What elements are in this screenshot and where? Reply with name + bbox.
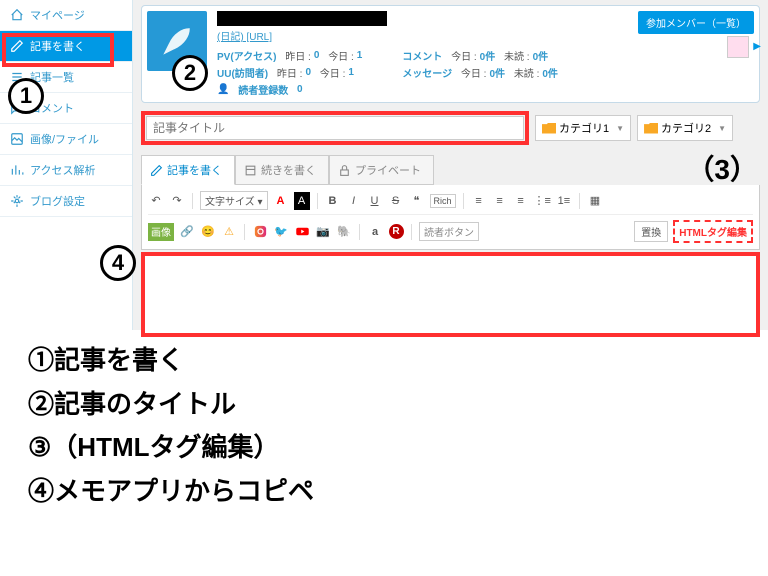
bg-color-button[interactable]: A — [294, 192, 310, 210]
strike-button[interactable]: S — [388, 192, 404, 210]
edit-icon — [150, 164, 163, 177]
undo-icon[interactable]: ↶ — [148, 192, 164, 210]
header-box: (日記) [URL] PV(アクセス) 昨日 :0 今日 :1 UU(訪問者) … — [141, 5, 760, 103]
sidebar-item-images[interactable]: 画像/ファイル — [0, 124, 132, 155]
redo-icon[interactable]: ↷ — [169, 192, 185, 210]
replace-button[interactable]: 置換 — [634, 221, 668, 242]
chart-icon — [10, 163, 24, 177]
folder-icon — [542, 123, 556, 134]
tab-private[interactable]: プライベート — [329, 155, 434, 185]
editor-tabs: 記事を書く 続きを書く プライベート — [141, 155, 760, 185]
instruction-1: ①記事を書く — [28, 340, 740, 382]
rakuten-icon[interactable]: R — [388, 223, 404, 241]
font-color-button[interactable]: A — [273, 192, 289, 210]
align-center-icon[interactable]: ≡ — [492, 192, 508, 210]
annotation-circle-4: 4 — [100, 245, 136, 281]
category2-button[interactable]: カテゴリ2▼ — [637, 115, 733, 141]
main-area: (日記) [URL] PV(アクセス) 昨日 :0 今日 :1 UU(訪問者) … — [133, 0, 768, 330]
lock-icon — [338, 164, 351, 177]
instructions: ①記事を書く ②記事のタイトル ③（HTMLタグ編集） ④メモアプリからコピペ — [0, 330, 768, 524]
arrow-right-icon[interactable]: ▶ — [753, 41, 761, 52]
table-icon[interactable]: ▦ — [587, 192, 603, 210]
rich-button[interactable]: Rich — [430, 194, 456, 208]
feather-icon — [159, 23, 195, 59]
category1-button[interactable]: カテゴリ1▼ — [535, 115, 631, 141]
bold-button[interactable]: B — [325, 192, 341, 210]
instagram-icon[interactable] — [252, 223, 268, 241]
italic-button[interactable]: I — [346, 192, 362, 210]
align-right-icon[interactable]: ≡ — [513, 192, 529, 210]
emoji-icon[interactable]: 😊 — [200, 223, 216, 241]
folder-icon — [644, 123, 658, 134]
chevron-down-icon: ▼ — [718, 124, 726, 133]
member-list-button[interactable]: 参加メンバー（一覧） — [638, 11, 754, 34]
instruction-3: ③（HTMLタグ編集） — [28, 427, 740, 469]
sidebar-label: ブログ設定 — [30, 193, 85, 209]
warning-icon[interactable]: ⚠ — [221, 223, 237, 241]
editor-textarea[interactable] — [141, 252, 760, 337]
title-input-highlight — [141, 111, 529, 145]
settings-icon — [10, 194, 24, 208]
instruction-4: ④メモアプリからコピペ — [28, 471, 740, 513]
list-bullet-icon[interactable]: ⋮≡ — [534, 192, 551, 210]
title-row: カテゴリ1▼ カテゴリ2▼ — [141, 111, 760, 145]
evernote-icon[interactable]: 🐘 — [336, 223, 352, 241]
sidebar-label: 記事を書く — [30, 38, 85, 54]
font-size-select[interactable]: 文字サイズ ▾ — [200, 191, 268, 210]
youtube-icon[interactable] — [294, 223, 310, 241]
avatar[interactable] — [727, 36, 749, 58]
sidebar-item-mypage[interactable]: マイページ — [0, 0, 132, 31]
image-icon — [10, 132, 24, 146]
sidebar-label: アクセス解析 — [30, 162, 95, 178]
chevron-down-icon: ▼ — [616, 124, 624, 133]
tab-write[interactable]: 記事を書く — [141, 155, 235, 185]
annotation-3: （3） — [686, 148, 758, 188]
stats: PV(アクセス) 昨日 :0 今日 :1 UU(訪問者) 昨日 :0 今日 :1… — [217, 48, 754, 97]
amazon-icon[interactable]: a — [367, 223, 383, 241]
sidebar-label: マイページ — [30, 7, 85, 23]
camera-icon[interactable]: 📷 — [315, 223, 331, 241]
twitter-icon[interactable]: 🐦 — [273, 223, 289, 241]
edit-icon — [10, 39, 24, 53]
editor-toolbar: ↶ ↷ 文字サイズ ▾ A A B I U S ❝ Rich ≡ ≡ ≡ ⋮≡ … — [141, 185, 760, 250]
align-left-icon[interactable]: ≡ — [471, 192, 487, 210]
annotation-circle-1: 1 — [8, 78, 44, 114]
underline-button[interactable]: U — [367, 192, 383, 210]
annotation-circle-2: 2 — [172, 55, 208, 91]
sidebar-item-analytics[interactable]: アクセス解析 — [0, 155, 132, 186]
reader-button[interactable]: 読者ボタン — [419, 222, 479, 241]
sidebar-item-write[interactable]: 記事を書く — [0, 31, 132, 62]
image-button[interactable]: 画像 — [148, 223, 174, 241]
list-number-icon[interactable]: 1≡ — [556, 192, 572, 210]
sidebar-label: 画像/ファイル — [30, 131, 99, 147]
continue-icon — [244, 164, 257, 177]
tab-continue[interactable]: 続きを書く — [235, 155, 329, 185]
sidebar-item-settings[interactable]: ブログ設定 — [0, 186, 132, 217]
blog-title-redacted — [217, 11, 387, 26]
link-icon[interactable]: 🔗 — [179, 223, 195, 241]
instruction-2: ②記事のタイトル — [28, 384, 740, 426]
home-icon — [10, 8, 24, 22]
quote-icon[interactable]: ❝ — [409, 192, 425, 210]
article-title-input[interactable] — [146, 116, 524, 140]
html-edit-button[interactable]: HTMLタグ編集 — [673, 220, 753, 243]
